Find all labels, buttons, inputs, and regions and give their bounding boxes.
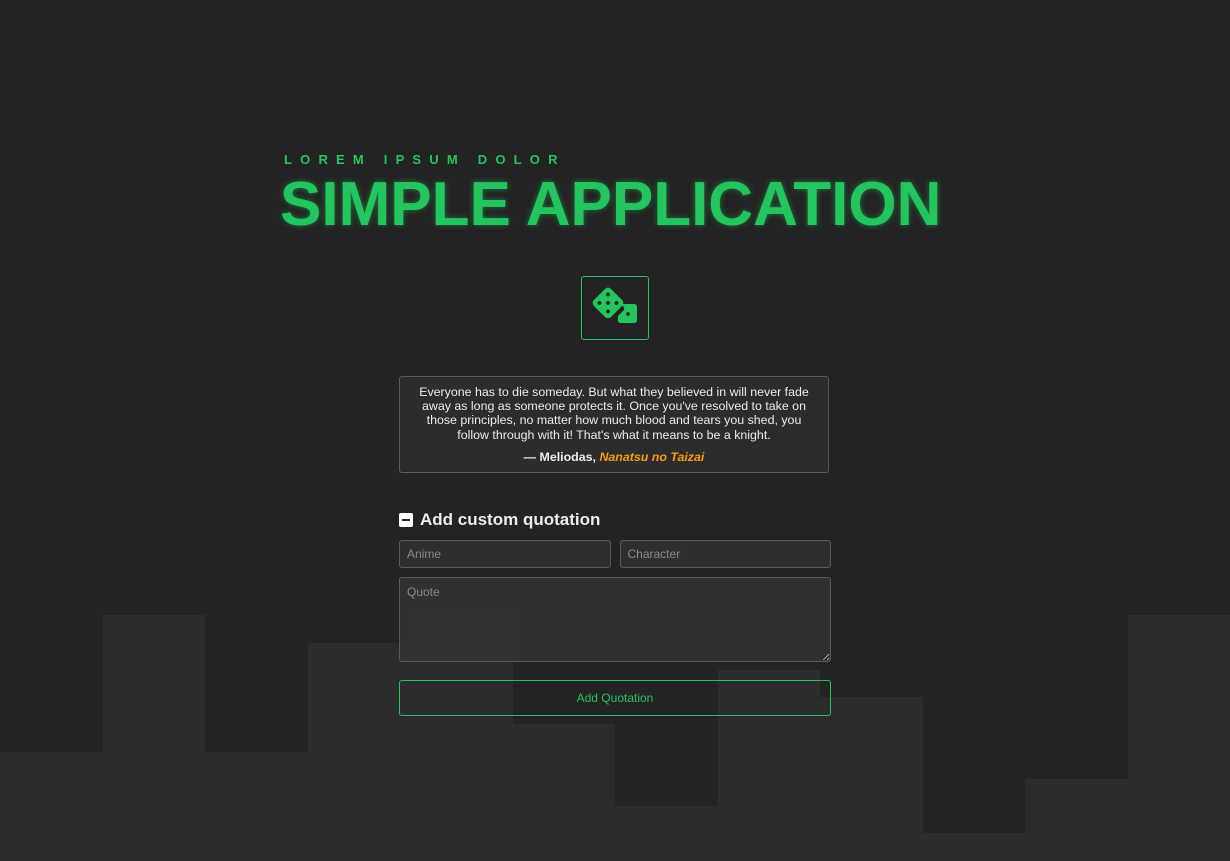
quote-dash: — bbox=[523, 449, 540, 464]
random-quote-button[interactable] bbox=[581, 276, 649, 340]
quote-textarea[interactable] bbox=[399, 577, 831, 662]
page-title: SIMPLE APPLICATION bbox=[280, 170, 942, 239]
page-subtitle: LOREM IPSUM DOLOR bbox=[284, 152, 566, 167]
quote-anime: Nanatsu no Taizai bbox=[599, 449, 705, 464]
quote-character: Meliodas bbox=[539, 449, 593, 464]
form-collapse-toggle[interactable]: Add custom quotation bbox=[399, 508, 831, 532]
input-row bbox=[399, 540, 831, 568]
anime-input[interactable] bbox=[399, 540, 611, 568]
add-quotation-button[interactable]: Add Quotation bbox=[399, 680, 831, 716]
custom-quote-form: Add custom quotation Add Quotation bbox=[399, 508, 831, 716]
character-input[interactable] bbox=[619, 540, 831, 568]
header: LOREM IPSUM DOLOR SIMPLE APPLICATION bbox=[280, 152, 941, 238]
quote-attribution: — Meliodas, Nanatsu no Taizai bbox=[414, 450, 814, 464]
quote-text: Everyone has to die someday. But what th… bbox=[419, 385, 809, 442]
quote-card: Everyone has to die someday. But what th… bbox=[399, 376, 829, 473]
dice-icon bbox=[591, 286, 639, 331]
form-title: Add custom quotation bbox=[420, 510, 601, 529]
minus-square-icon bbox=[399, 513, 413, 527]
page: LOREM IPSUM DOLOR SIMPLE APPLICATION Eve… bbox=[0, 0, 1230, 861]
